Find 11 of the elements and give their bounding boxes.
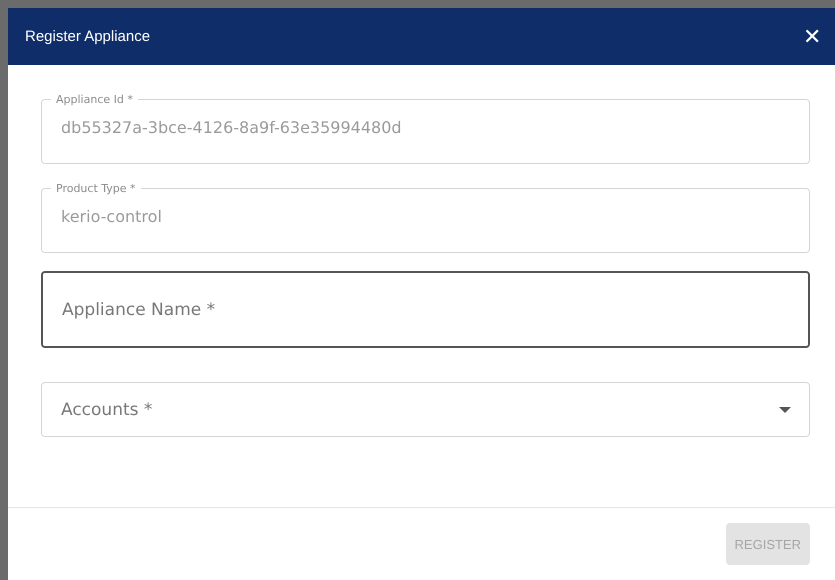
field-value: db55327a-3bce-4126-8a9f-63e35994480d [61, 118, 402, 137]
text-field[interactable]: Appliance Id * db55327a-3bce-4126-8a9f-63e35994480d [41, 93, 810, 164]
field-value: kerio-control [61, 207, 162, 226]
caret-icon [779, 406, 791, 412]
input-field[interactable]: Appliance Name * [41, 271, 810, 348]
close-button[interactable]: ✕ [799, 24, 825, 50]
dialog-title: Register Appliance [25, 28, 150, 45]
field-label: Product Type * [55, 182, 137, 195]
text-field[interactable]: Product Type * kerio-control [41, 182, 810, 253]
select-field[interactable]: Accounts * [41, 382, 810, 437]
field-label: Appliance Id * [55, 93, 134, 106]
